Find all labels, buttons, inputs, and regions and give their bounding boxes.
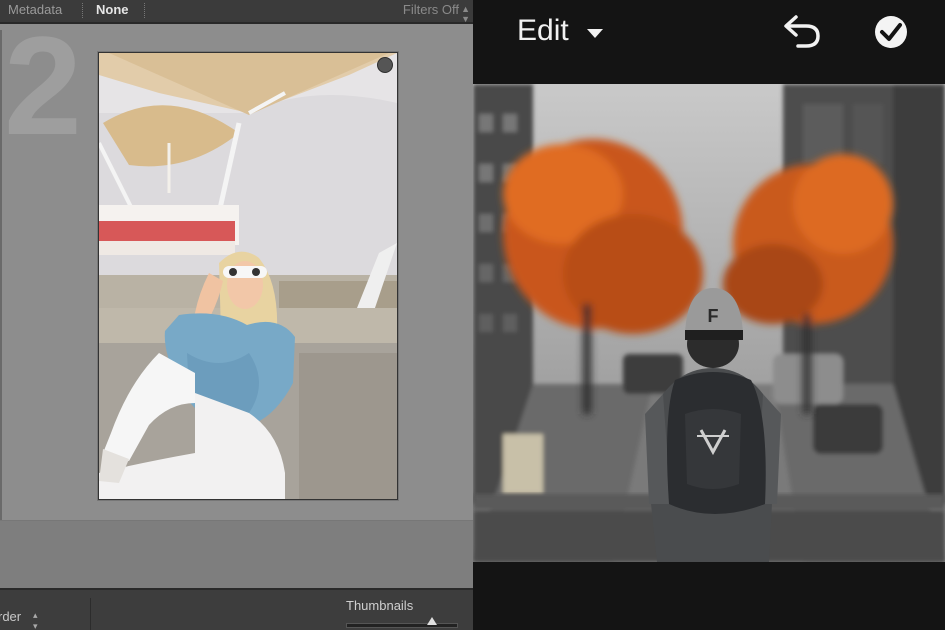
city-street-backpacker-photo: F [473, 84, 945, 562]
library-toolbar: rder ▴ ▾ Thumbnails [0, 588, 473, 630]
lightroom-library-panel: Metadata None Filters Off ▲ ▼ 2 rder ▴ ▾… [0, 0, 473, 630]
filters-off-dropdown[interactable]: Filters Off [403, 2, 459, 17]
thumbnails-label: Thumbnails [346, 598, 414, 613]
circle-badge-icon[interactable] [377, 57, 393, 73]
grid-cell-border [0, 30, 2, 520]
edited-photo-preview[interactable]: F [473, 84, 945, 562]
ferris-wheel-portrait-photo [99, 53, 397, 499]
mobile-top-bar: Edit [473, 0, 945, 84]
edit-menu-title[interactable]: Edit [517, 14, 569, 48]
mobile-bottom-bar [473, 562, 945, 630]
undo-arrow-icon[interactable] [780, 12, 824, 52]
filter-separator [144, 3, 145, 18]
thumbnail-slider-handle[interactable] [426, 617, 437, 625]
mobile-edit-screen: Edit F [473, 0, 945, 630]
sort-updown-icon[interactable]: ▴ ▾ [33, 610, 38, 630]
svg-text:F: F [708, 306, 719, 326]
filter-separator [82, 3, 83, 18]
caret-down-icon[interactable] [587, 29, 603, 38]
selected-photo-thumbnail[interactable] [98, 52, 398, 500]
checkmark-circle-icon[interactable] [871, 12, 911, 52]
grid-empty-area [0, 521, 473, 588]
thumbnail-size-slider[interactable] [346, 623, 458, 628]
toolbar-divider [90, 598, 91, 630]
none-filter-tab[interactable]: None [96, 2, 129, 17]
grid-cell-index-number: 2 [4, 7, 82, 164]
up-down-arrows-icon[interactable]: ▲ ▼ [461, 4, 470, 24]
sort-order-label[interactable]: rder [0, 609, 21, 624]
